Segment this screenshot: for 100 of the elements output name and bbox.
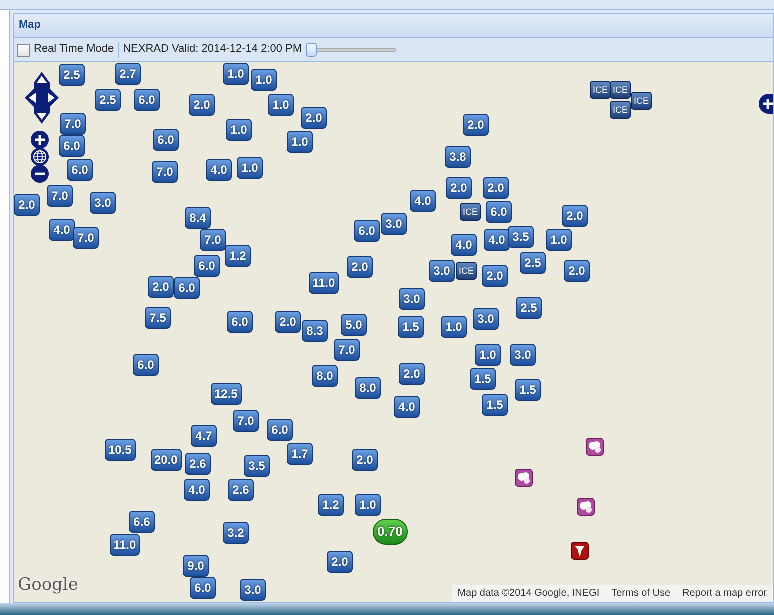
snowfall-marker[interactable]: 1.2 <box>318 494 344 516</box>
checkbox[interactable] <box>17 44 30 57</box>
snowfall-marker[interactable]: 7.0 <box>60 113 86 135</box>
snowfall-marker[interactable]: 8.4 <box>185 207 211 229</box>
snowfall-marker[interactable]: 2.0 <box>189 94 215 116</box>
map-link[interactable]: Report a map error <box>676 585 773 602</box>
tornado-icon[interactable] <box>571 542 589 560</box>
ice-marker[interactable]: ICE <box>610 101 631 119</box>
snowfall-marker[interactable]: 3.0 <box>399 288 425 310</box>
snowfall-marker[interactable]: 1.5 <box>515 379 541 401</box>
snowfall-marker[interactable]: 4.0 <box>184 479 210 501</box>
snowfall-marker[interactable]: 3.5 <box>508 226 534 248</box>
pan-control[interactable] <box>24 71 60 125</box>
snowfall-marker[interactable]: 4.0 <box>206 159 232 181</box>
zoom-in-button[interactable] <box>31 131 49 149</box>
snowfall-marker[interactable]: 1.0 <box>475 344 501 366</box>
snowfall-marker[interactable]: 6.0 <box>227 311 253 333</box>
snowfall-marker[interactable]: 2.5 <box>95 89 121 111</box>
snowfall-marker[interactable]: 1.0 <box>251 69 277 91</box>
snowfall-marker[interactable]: 1.0 <box>226 119 252 141</box>
precipitation-marker[interactable]: 0.70 <box>372 519 408 545</box>
snowfall-marker[interactable]: 4.0 <box>49 219 75 241</box>
snowfall-marker[interactable]: 7.0 <box>334 339 360 361</box>
map-link[interactable]: Terms of Use <box>606 585 677 602</box>
snowfall-marker[interactable]: 6.0 <box>134 89 160 111</box>
snowfall-marker[interactable]: 2.0 <box>399 363 425 385</box>
snowfall-marker[interactable]: 1.0 <box>546 229 572 251</box>
snowfall-marker[interactable]: 2.0 <box>148 276 174 298</box>
ice-marker[interactable]: ICE <box>456 262 477 280</box>
snowfall-marker[interactable]: 2.5 <box>59 64 85 86</box>
snowfall-marker[interactable]: 6.0 <box>67 159 93 181</box>
snowfall-marker[interactable]: 7.0 <box>47 185 73 207</box>
time-slider[interactable] <box>306 42 396 56</box>
snowfall-marker[interactable]: 7.0 <box>152 161 178 183</box>
snowfall-marker[interactable]: 6.0 <box>153 129 179 151</box>
cloud-marker-icon[interactable] <box>515 469 533 487</box>
snowfall-marker[interactable]: 2.0 <box>482 265 508 287</box>
snowfall-marker[interactable]: 2.0 <box>564 260 590 282</box>
ice-marker[interactable]: ICE <box>631 92 652 110</box>
snowfall-marker[interactable]: 20.0 <box>150 449 182 471</box>
snowfall-marker[interactable]: 4.0 <box>484 229 510 251</box>
snowfall-marker[interactable]: 6.0 <box>190 577 216 599</box>
snowfall-marker[interactable]: 4.7 <box>191 425 217 447</box>
snowfall-marker[interactable]: 7.0 <box>200 229 226 251</box>
snowfall-marker[interactable]: 4.0 <box>394 396 420 418</box>
globe-icon[interactable] <box>31 148 49 166</box>
snowfall-marker[interactable]: 1.5 <box>398 316 424 338</box>
snowfall-marker[interactable]: 6.0 <box>486 201 512 223</box>
snowfall-marker[interactable]: 2.5 <box>520 252 546 274</box>
snowfall-marker[interactable]: 5.0 <box>341 314 367 336</box>
snowfall-marker[interactable]: 1.0 <box>355 494 381 516</box>
snowfall-marker[interactable]: 8.3 <box>302 320 328 342</box>
zoom-out-button[interactable] <box>31 165 49 183</box>
snowfall-marker[interactable]: 8.0 <box>312 365 338 387</box>
snowfall-marker[interactable]: 1.5 <box>482 394 508 416</box>
snowfall-marker[interactable]: 9.0 <box>183 555 209 577</box>
cloud-marker-icon[interactable] <box>586 438 604 456</box>
snowfall-marker[interactable]: 11.0 <box>308 272 340 294</box>
snowfall-marker[interactable]: 4.0 <box>410 190 436 212</box>
snowfall-marker[interactable]: 3.8 <box>445 146 471 168</box>
ice-marker[interactable]: ICE <box>610 81 631 99</box>
snowfall-marker[interactable]: 3.0 <box>90 192 116 214</box>
snowfall-marker[interactable]: 3.0 <box>381 213 407 235</box>
ice-marker[interactable]: ICE <box>460 203 481 221</box>
snowfall-marker[interactable]: 3.2 <box>223 522 249 544</box>
snowfall-marker[interactable]: 3.0 <box>510 344 536 366</box>
snowfall-marker[interactable]: 2.0 <box>562 205 588 227</box>
cloud-marker-icon[interactable] <box>577 498 595 516</box>
snowfall-marker[interactable]: 7.0 <box>73 227 99 249</box>
snowfall-marker[interactable]: 6.0 <box>133 354 159 376</box>
snowfall-marker[interactable]: 3.0 <box>429 260 455 282</box>
snowfall-marker[interactable]: 7.5 <box>145 307 171 329</box>
snowfall-marker[interactable]: 2.0 <box>327 551 353 573</box>
snowfall-marker[interactable]: 12.5 <box>210 383 242 405</box>
snowfall-marker[interactable]: 1.5 <box>470 368 496 390</box>
snowfall-marker[interactable]: 1.7 <box>287 443 313 465</box>
snowfall-marker[interactable]: 6.0 <box>59 135 85 157</box>
ice-marker[interactable]: ICE <box>590 81 611 99</box>
snowfall-marker[interactable]: 2.0 <box>352 449 378 471</box>
snowfall-marker[interactable]: 11.0 <box>110 534 140 556</box>
snowfall-marker[interactable]: 2.6 <box>228 479 254 501</box>
zoom-in-button[interactable] <box>759 94 773 114</box>
snowfall-marker[interactable]: 6.0 <box>354 220 380 242</box>
snowfall-marker[interactable]: 1.0 <box>441 316 467 338</box>
snowfall-marker[interactable]: 3.0 <box>240 579 266 601</box>
checkbox-label[interactable]: Real Time Mode <box>34 41 114 58</box>
snowfall-marker[interactable]: 8.0 <box>355 377 381 399</box>
snowfall-marker[interactable]: 2.0 <box>275 311 301 333</box>
snowfall-marker[interactable]: 2.6 <box>185 453 211 475</box>
snowfall-marker[interactable]: 1.0 <box>268 94 294 116</box>
snowfall-marker[interactable]: 2.0 <box>347 256 373 278</box>
snowfall-marker[interactable]: 6.6 <box>129 511 155 533</box>
snowfall-marker[interactable]: 2.0 <box>463 114 489 136</box>
snowfall-marker[interactable]: 6.0 <box>194 255 220 277</box>
snowfall-marker[interactable]: 1.2 <box>225 245 251 267</box>
snowfall-marker[interactable]: 2.5 <box>516 297 542 319</box>
snowfall-marker[interactable]: 3.0 <box>473 308 499 330</box>
snowfall-marker[interactable]: 1.0 <box>223 63 249 85</box>
snowfall-marker[interactable]: 7.0 <box>233 410 259 432</box>
snowfall-marker[interactable]: 2.0 <box>483 177 509 199</box>
